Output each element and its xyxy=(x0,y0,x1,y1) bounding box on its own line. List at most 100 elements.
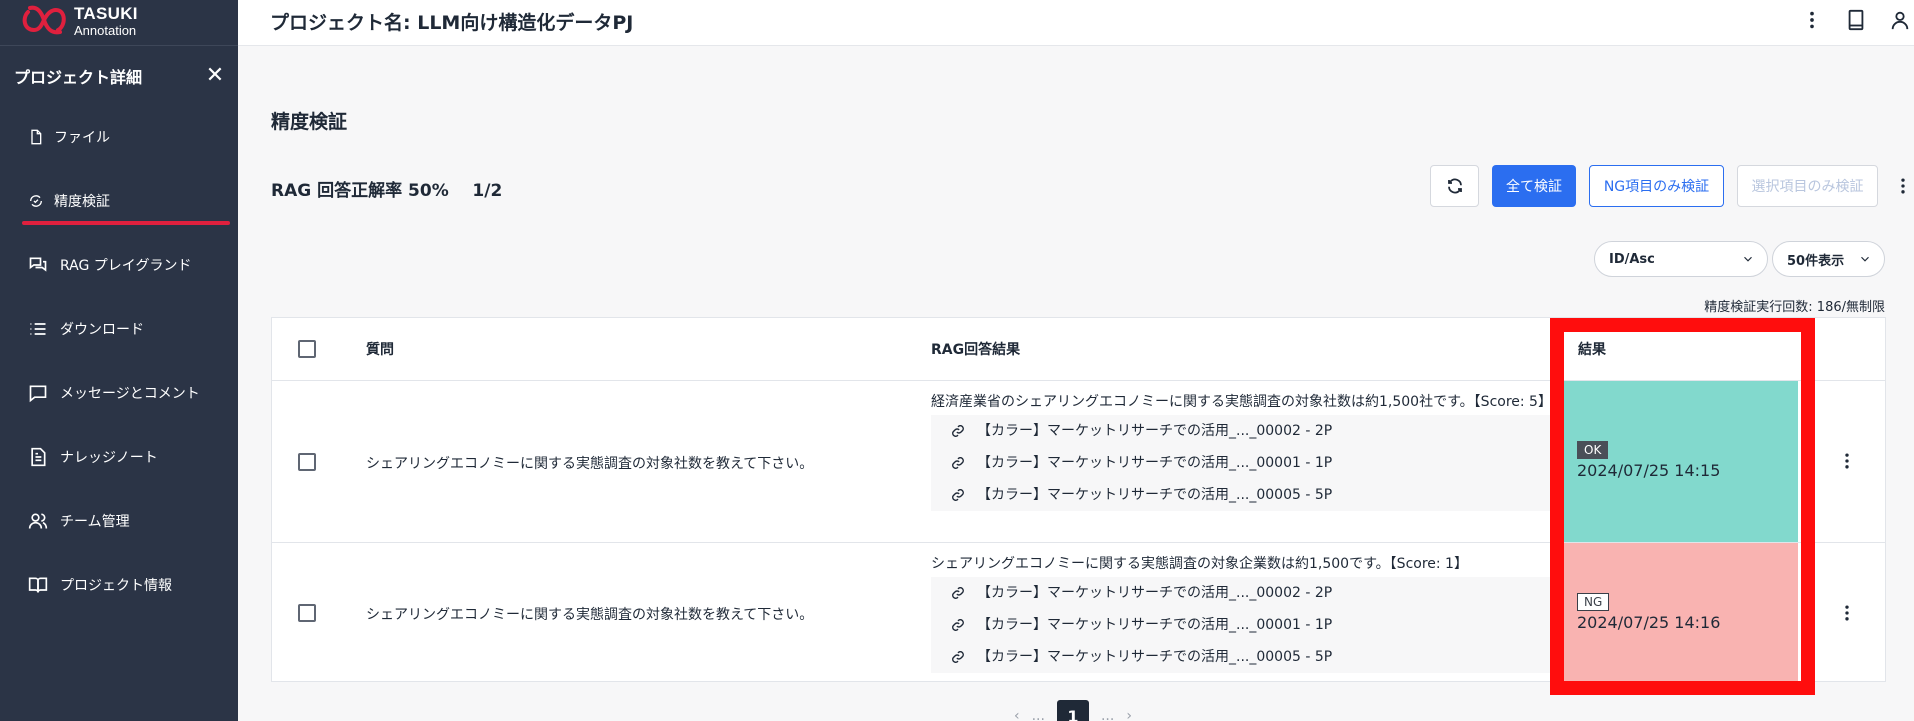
link-icon xyxy=(952,619,964,631)
sidebar-item-label: RAG プレイグランド xyxy=(60,258,192,274)
select-all-checkbox[interactable] xyxy=(298,340,316,358)
result-timestamp: 2024/07/25 14:16 xyxy=(1577,613,1721,632)
source-link[interactable]: 【カラー】マーケットリサーチでの活用_..._00002 - 2P xyxy=(931,577,1551,609)
table-row[interactable]: シェアリングエコノミーに関する実態調査の対象社数を教えて下さい。 経済産業省のシ… xyxy=(272,381,1885,543)
row-menu-button[interactable] xyxy=(1837,603,1857,627)
source-label: 【カラー】マーケットリサーチでの活用_..._00005 - 5P xyxy=(977,486,1333,503)
link-icon xyxy=(952,425,964,437)
brand-name: TASUKI Annotation xyxy=(74,5,138,37)
row-menu-button[interactable] xyxy=(1837,451,1857,475)
sort-select[interactable]: ID/Asc xyxy=(1594,241,1768,277)
verification-actions: 全て検証 NG項目のみ検証 選択項目のみ検証 xyxy=(1417,165,1914,207)
pagination: ‹ ... 1 ... › xyxy=(1008,700,1138,721)
chevron-down-icon xyxy=(1861,256,1869,262)
question-text: シェアリングエコノミーに関する実態調査の対象社数を教えて下さい。 xyxy=(366,456,814,472)
execution-count: 精度検証実行回数: 186/無制限 xyxy=(1704,300,1885,315)
source-link[interactable]: 【カラー】マーケットリサーチでの活用_..._00002 - 2P xyxy=(931,415,1551,447)
sidebar-item-project-info[interactable]: プロジェクト情報 xyxy=(0,553,238,617)
note-icon xyxy=(31,447,46,467)
more-menu-button[interactable] xyxy=(1798,6,1826,34)
page-size-select[interactable]: 50件表示 xyxy=(1772,241,1885,277)
verify-all-button[interactable]: 全て検証 xyxy=(1492,165,1576,207)
pagination-page-current[interactable]: 1 xyxy=(1056,700,1089,721)
link-icon xyxy=(952,457,964,469)
brand-logo[interactable]: TASUKI Annotation xyxy=(20,4,138,38)
sidebar-item-verification[interactable]: 精度検証 xyxy=(0,169,238,233)
sidebar-item-label: プロジェクト情報 xyxy=(60,578,172,594)
status-badge: OK xyxy=(1577,441,1609,459)
question-text: シェアリングエコノミーに関する実態調査の対象社数を教えて下さい。 xyxy=(366,607,814,623)
source-link[interactable]: 【カラー】マーケットリサーチでの活用_..._00005 - 5P xyxy=(931,479,1551,511)
sidebar-item-label: ダウンロード xyxy=(60,322,144,338)
more-vertical-icon xyxy=(1810,11,1814,29)
verify-selected-button[interactable]: 選択項目のみ検証 xyxy=(1737,165,1878,207)
link-icon xyxy=(952,489,964,501)
link-icon xyxy=(952,587,964,599)
message-icon xyxy=(29,385,47,403)
chat-icon xyxy=(29,257,47,272)
refresh-button[interactable] xyxy=(1430,165,1479,207)
verify-icon xyxy=(30,195,42,207)
more-vertical-icon xyxy=(1901,178,1905,194)
team-icon xyxy=(28,513,48,529)
source-list: 【カラー】マーケットリサーチでの活用_..._00002 - 2P 【カラー】マ… xyxy=(931,577,1551,673)
answer-text: シェアリングエコノミーに関する実態調査の対象企業数は約1,500です。【Scor… xyxy=(931,556,1468,572)
source-list: 【カラー】マーケットリサーチでの活用_..._00002 - 2P 【カラー】マ… xyxy=(931,415,1551,511)
manual-button[interactable] xyxy=(1842,6,1870,34)
chevron-right-icon[interactable]: › xyxy=(1126,708,1132,721)
sidebar-item-messages[interactable]: メッセージとコメント xyxy=(0,361,238,425)
source-label: 【カラー】マーケットリサーチでの活用_..._00005 - 5P xyxy=(977,648,1333,665)
sidebar-item-label: 精度検証 xyxy=(54,194,110,210)
row-checkbox[interactable] xyxy=(298,604,316,622)
sidebar-item-label: ファイル xyxy=(54,130,110,146)
source-link[interactable]: 【カラー】マーケットリサーチでの活用_..._00001 - 1P xyxy=(931,447,1551,479)
sidebar-item-label: ナレッジノート xyxy=(60,450,158,466)
accuracy-rate-label: RAG 回答正解率 50% xyxy=(271,181,449,201)
brand-line1: TASUKI xyxy=(74,4,138,23)
sidebar-item-label: メッセージとコメント xyxy=(60,386,200,402)
sidebar-item-rag-playground[interactable]: RAG プレイグランド xyxy=(0,233,238,297)
source-label: 【カラー】マーケットリサーチでの活用_..._00002 - 2P xyxy=(977,422,1333,439)
more-options-button[interactable] xyxy=(1892,176,1914,196)
accuracy-rate: RAG 回答正解率 50% 1/2 xyxy=(271,176,502,201)
source-link[interactable]: 【カラー】マーケットリサーチでの活用_..._00005 - 5P xyxy=(931,641,1551,673)
book-icon xyxy=(28,577,48,593)
more-vertical-icon xyxy=(1845,605,1849,621)
file-icon xyxy=(31,129,42,145)
page-title: 精度検証 xyxy=(271,111,348,133)
link-icon xyxy=(952,651,964,663)
sidebar-item-knowledge-note[interactable]: ナレッジノート xyxy=(0,425,238,489)
account-button[interactable] xyxy=(1886,6,1914,34)
answer-cell: シェアリングエコノミーに関する実態調査の対象企業数は約1,500です。【Scor… xyxy=(931,554,1551,673)
book-icon xyxy=(1848,9,1864,31)
result-cell-ok: OK 2024/07/25 14:15 xyxy=(1562,381,1798,542)
result-cell-ng: NG 2024/07/25 14:16 xyxy=(1562,543,1798,681)
user-icon xyxy=(1891,11,1909,30)
source-link[interactable]: 【カラー】マーケットリサーチでの活用_..._00001 - 1P xyxy=(931,609,1551,641)
status-badge: NG xyxy=(1577,593,1610,611)
chevron-left-icon[interactable]: ‹ xyxy=(1014,708,1020,721)
sidebar-item-team[interactable]: チーム管理 xyxy=(0,489,238,553)
answer-text: 経済産業省のシェアリングエコノミーに関する実態調査の対象社数は約1,500社です… xyxy=(931,394,1552,410)
sidebar-header: プロジェクト詳細 ✕ xyxy=(0,45,238,105)
close-icon[interactable]: ✕ xyxy=(204,63,226,88)
list-icon xyxy=(30,323,46,335)
refresh-icon xyxy=(1447,178,1462,194)
pagination-ellipsis: ... xyxy=(1100,708,1115,721)
sidebar-item-file[interactable]: ファイル xyxy=(0,105,238,169)
result-timestamp: 2024/07/25 14:15 xyxy=(1577,461,1721,480)
top-bar: プロジェクト名: LLM向け構造化データPJ xyxy=(238,0,1914,46)
table-row[interactable]: シェアリングエコノミーに関する実態調査の対象社数を教えて下さい。 シェアリングエ… xyxy=(272,543,1885,681)
source-label: 【カラー】マーケットリサーチでの活用_..._00001 - 1P xyxy=(977,454,1333,471)
sidebar-item-label: チーム管理 xyxy=(60,514,130,530)
table-header: 質問 RAG回答結果 結果 xyxy=(272,318,1885,381)
brand-line2: Annotation xyxy=(74,23,137,38)
row-checkbox[interactable] xyxy=(298,453,316,471)
accuracy-rate-count: 1/2 xyxy=(472,181,503,201)
top-actions xyxy=(1782,6,1914,34)
source-label: 【カラー】マーケットリサーチでの活用_..._00001 - 1P xyxy=(977,616,1333,633)
column-header-result: 結果 xyxy=(1578,342,1606,358)
chevron-down-icon xyxy=(1744,256,1752,262)
sidebar-item-download[interactable]: ダウンロード xyxy=(0,297,238,361)
verify-ng-button[interactable]: NG項目のみ検証 xyxy=(1589,165,1724,207)
